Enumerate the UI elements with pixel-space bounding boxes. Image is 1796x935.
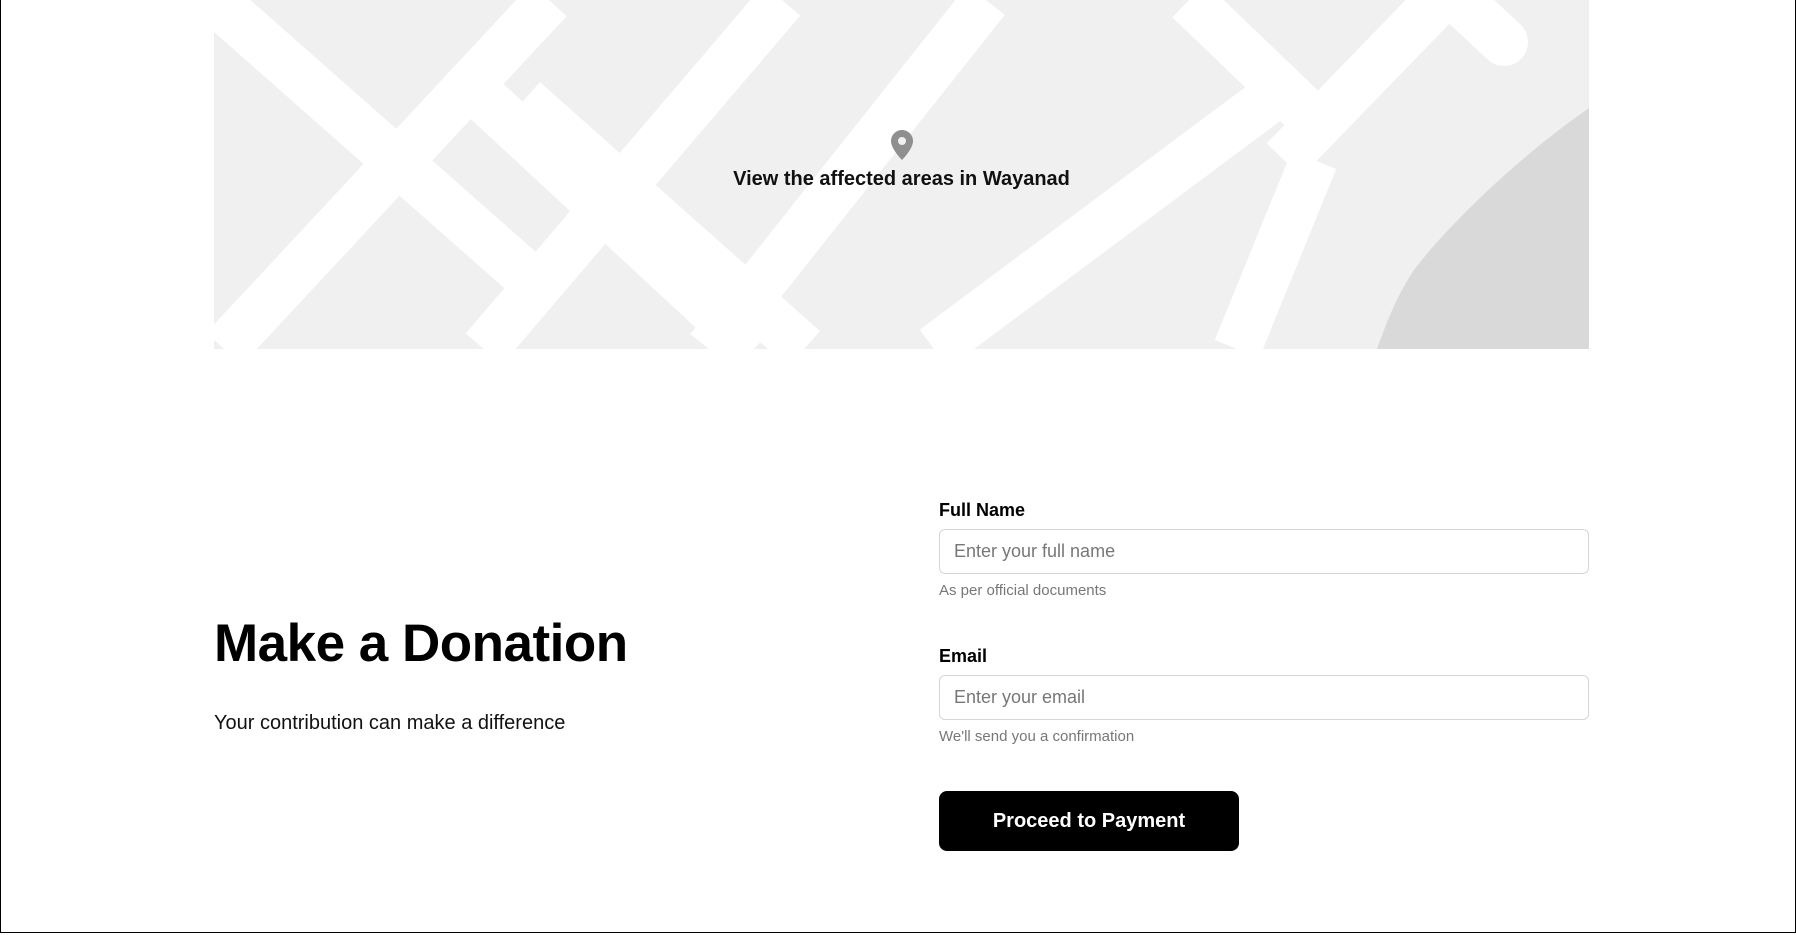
email-hint: We'll send you a confirmation (939, 728, 1135, 745)
donation-form: Full Name As per official documents Emai… (939, 500, 1589, 851)
full-name-input[interactable] (939, 529, 1589, 574)
email-group: Email We'll send you a confirmation (939, 646, 1589, 745)
map-pin-icon (890, 130, 913, 160)
map-caption: View the affected areas in Wayanad (733, 168, 1070, 190)
page-title: Make a Donation (214, 614, 628, 673)
map-overlay: View the affected areas in Wayanad (214, 130, 1589, 191)
full-name-group: Full Name As per official documents (939, 500, 1589, 599)
page-subtitle: Your contribution can make a difference (214, 712, 566, 734)
full-name-label: Full Name (939, 500, 1026, 520)
map-placeholder[interactable]: View the affected areas in Wayanad (214, 0, 1589, 349)
full-name-hint: As per official documents (939, 582, 1107, 599)
proceed-to-payment-button[interactable]: Proceed to Payment (939, 791, 1239, 851)
email-label: Email (939, 646, 988, 666)
email-input[interactable] (939, 675, 1589, 720)
